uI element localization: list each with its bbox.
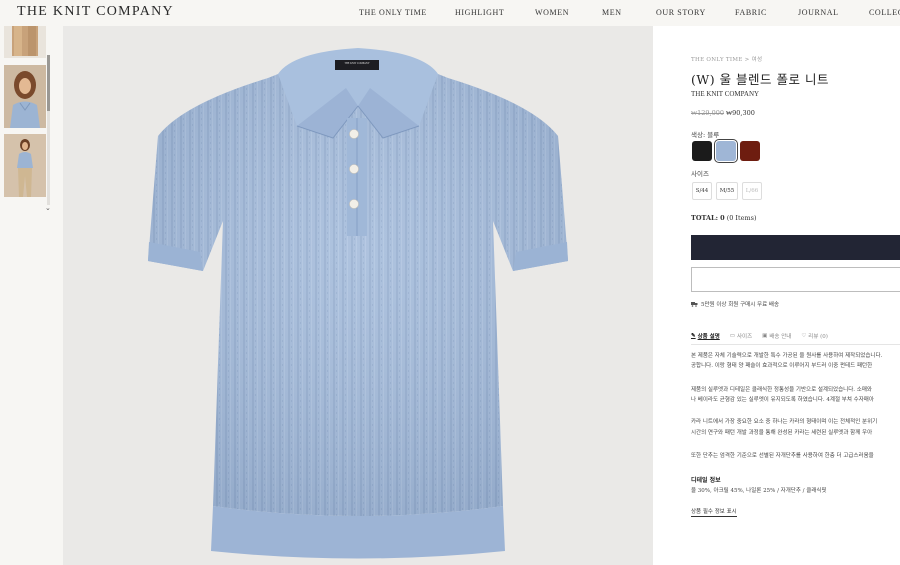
product-tabs: ✎ 상품 설명 ▭ 사이즈 ▣ 배송 안내 ♡ 리뷰 (0) bbox=[691, 332, 828, 340]
nav-men[interactable]: MEN bbox=[602, 8, 622, 17]
description-line-6: 시간의 연구와 패턴 개발 과정을 통해 완성된 카라는 세련된 실루엣과 함께… bbox=[691, 430, 873, 436]
product-info-panel: THE ONLY TIME > 여성 (W) 울 블렌드 폴로 니트 THE K… bbox=[653, 26, 900, 565]
size-label: 사이즈 bbox=[691, 170, 709, 178]
chevron-down-icon[interactable]: ⌄ bbox=[45, 204, 51, 212]
nav-our-story[interactable]: OUR STORY bbox=[656, 8, 706, 17]
nav-fabric[interactable]: FABRIC bbox=[735, 8, 767, 17]
product-notice-link[interactable]: 상품 필수 정보 표시 bbox=[691, 507, 737, 517]
review-icon: ♡ bbox=[801, 333, 807, 339]
nav-women[interactable]: WOMEN bbox=[535, 8, 569, 17]
total-value: 0 bbox=[720, 214, 725, 222]
pencil-icon: ✎ bbox=[691, 333, 696, 339]
tab-shipping-label: 배송 안내 bbox=[769, 334, 792, 340]
description-line-7: 또한 단추는 엄격한 기준으로 선별된 자개단추를 사용하여 한층 더 고급스러… bbox=[691, 453, 874, 459]
product-main-image: THE KNIT COMPANY bbox=[63, 26, 653, 565]
neck-label-text: THE KNIT COMPANY bbox=[344, 62, 370, 65]
tab-divider bbox=[691, 344, 900, 345]
nav-the-only-time[interactable]: THE ONLY TIME bbox=[359, 8, 427, 17]
tab-description[interactable]: ✎ 상품 설명 bbox=[691, 332, 720, 340]
scrollbar-thumb[interactable] bbox=[47, 55, 50, 111]
tab-reviews[interactable]: ♡ 리뷰 (0) bbox=[801, 332, 828, 340]
product-title: (W) 울 블렌드 폴로 니트 bbox=[691, 72, 829, 87]
thumbnail-scrollbar[interactable] bbox=[47, 55, 50, 205]
color-label: 색상: 블루 bbox=[691, 131, 720, 139]
shipping-note: 5만원 이상 회원 구매시 무료 배송 bbox=[691, 300, 779, 308]
brand-logo[interactable]: THE KNIT COMPANY bbox=[17, 4, 174, 20]
color-swatch-brown[interactable] bbox=[740, 141, 760, 161]
delivery-icon: ▣ bbox=[762, 333, 768, 339]
description-line-2: 공합니다. 이랑 형태 양 패슬이 효과적으로 이루어지 부드러 이중 펀테드 … bbox=[691, 363, 873, 369]
original-price: ₩129,000 bbox=[691, 109, 725, 117]
ruler-icon: ▭ bbox=[729, 333, 735, 339]
description-line-5: 카라 니트에서 가장 중요한 요소 중 하나는 카라의 형태이며 이는 전체적인… bbox=[691, 419, 878, 425]
tab-shipping[interactable]: ▣ 배송 안내 bbox=[762, 332, 791, 340]
size-option-m[interactable]: M/55 bbox=[716, 182, 738, 200]
breadcrumb[interactable]: THE ONLY TIME > 여성 bbox=[691, 55, 762, 63]
color-swatch-blue[interactable] bbox=[714, 139, 738, 163]
size-option-s[interactable]: S/44 bbox=[692, 182, 712, 200]
shipping-note-text: 5만원 이상 회원 구매시 무료 배송 bbox=[701, 302, 780, 308]
thumbnail-2[interactable] bbox=[4, 65, 46, 128]
color-swatch-black[interactable] bbox=[692, 141, 712, 161]
site-header: THE KNIT COMPANY THE ONLY TIME HIGHLIGHT… bbox=[0, 0, 900, 26]
total-items: (0 Items) bbox=[726, 214, 757, 222]
nav-journal[interactable]: JOURNAL bbox=[798, 8, 839, 17]
description-line-4: 나 베이라도 균형감 있는 실루엣이 유지되도록 하였습니다. 4계절 부쳐 수… bbox=[691, 397, 874, 403]
sale-price: ₩90,300 bbox=[726, 109, 755, 117]
nav-collections[interactable]: COLLECTIONS bbox=[869, 8, 900, 17]
tab-reviews-label: 리뷰 (0) bbox=[808, 334, 828, 340]
thumbnail-1[interactable] bbox=[4, 26, 46, 58]
thumbnail-3[interactable] bbox=[4, 134, 46, 197]
detail-title: 디테일 정보 bbox=[691, 477, 721, 484]
price: ₩129,000 ₩90,300 bbox=[691, 109, 755, 117]
detail-text: 울 30%, 아크릴 45%, 나일론 25% / 자개단추 / 클래식핏 bbox=[691, 488, 827, 494]
thumbnail-strip: ⌄ bbox=[0, 26, 63, 565]
tab-size[interactable]: ▭ 사이즈 bbox=[730, 332, 752, 340]
description-line-1: 본 제품은 자체 기술력으로 개발한 특수 가공된 울 원사를 사용하여 제작되… bbox=[691, 353, 883, 359]
add-to-cart-button[interactable] bbox=[691, 267, 900, 292]
total-label: TOTAL: bbox=[691, 214, 718, 222]
tab-size-label: 사이즈 bbox=[736, 334, 753, 340]
nav-highlight[interactable]: HIGHLIGHT bbox=[455, 8, 504, 17]
truck-icon bbox=[691, 302, 698, 307]
tab-description-label: 상품 설명 bbox=[697, 334, 720, 340]
description-line-3: 제품의 실루엣과 디테일은 클래식한 정통성을 기반으로 설계되었습니다. 소매… bbox=[691, 387, 872, 393]
total-summary: TOTAL: 0 (0 Items) bbox=[691, 214, 757, 222]
size-option-l[interactable]: L/66 bbox=[742, 182, 762, 200]
buy-now-button[interactable] bbox=[691, 235, 900, 260]
product-brand: THE KNIT COMPANY bbox=[691, 90, 760, 98]
